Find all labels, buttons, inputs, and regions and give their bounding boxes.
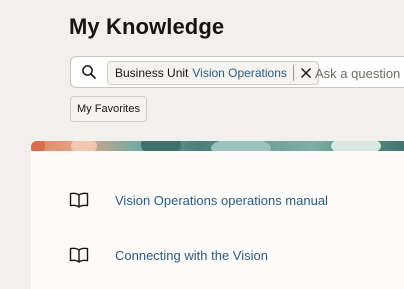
filter-chip-label: Business Unit	[115, 66, 189, 80]
book-icon	[69, 192, 89, 208]
banner-shape	[71, 141, 97, 151]
search-bar: Business Unit Vision Operations	[70, 56, 404, 88]
document-link[interactable]: Vision Operations operations manual	[115, 193, 328, 208]
page-title: My Knowledge	[69, 14, 225, 39]
document-item[interactable]: Connecting with the Vision	[31, 240, 404, 270]
banner-shape	[31, 141, 45, 151]
banner-shape	[331, 141, 381, 151]
document-link[interactable]: Connecting with the Vision	[115, 248, 268, 263]
banner-shape	[141, 141, 181, 151]
document-item[interactable]: Vision Operations operations manual	[31, 185, 404, 215]
my-favorites-button[interactable]: My Favorites	[70, 96, 147, 122]
book-icon	[69, 247, 89, 263]
business-unit-filter-chip[interactable]: Business Unit Vision Operations	[107, 61, 319, 85]
search-icon[interactable]	[81, 64, 97, 80]
hero-banner	[31, 141, 404, 151]
search-input[interactable]	[315, 63, 404, 83]
banner-shape	[211, 141, 271, 151]
filter-chip-value: Vision Operations	[192, 66, 287, 80]
knowledge-panel: Vision Operations operations manual Conn…	[31, 151, 404, 289]
